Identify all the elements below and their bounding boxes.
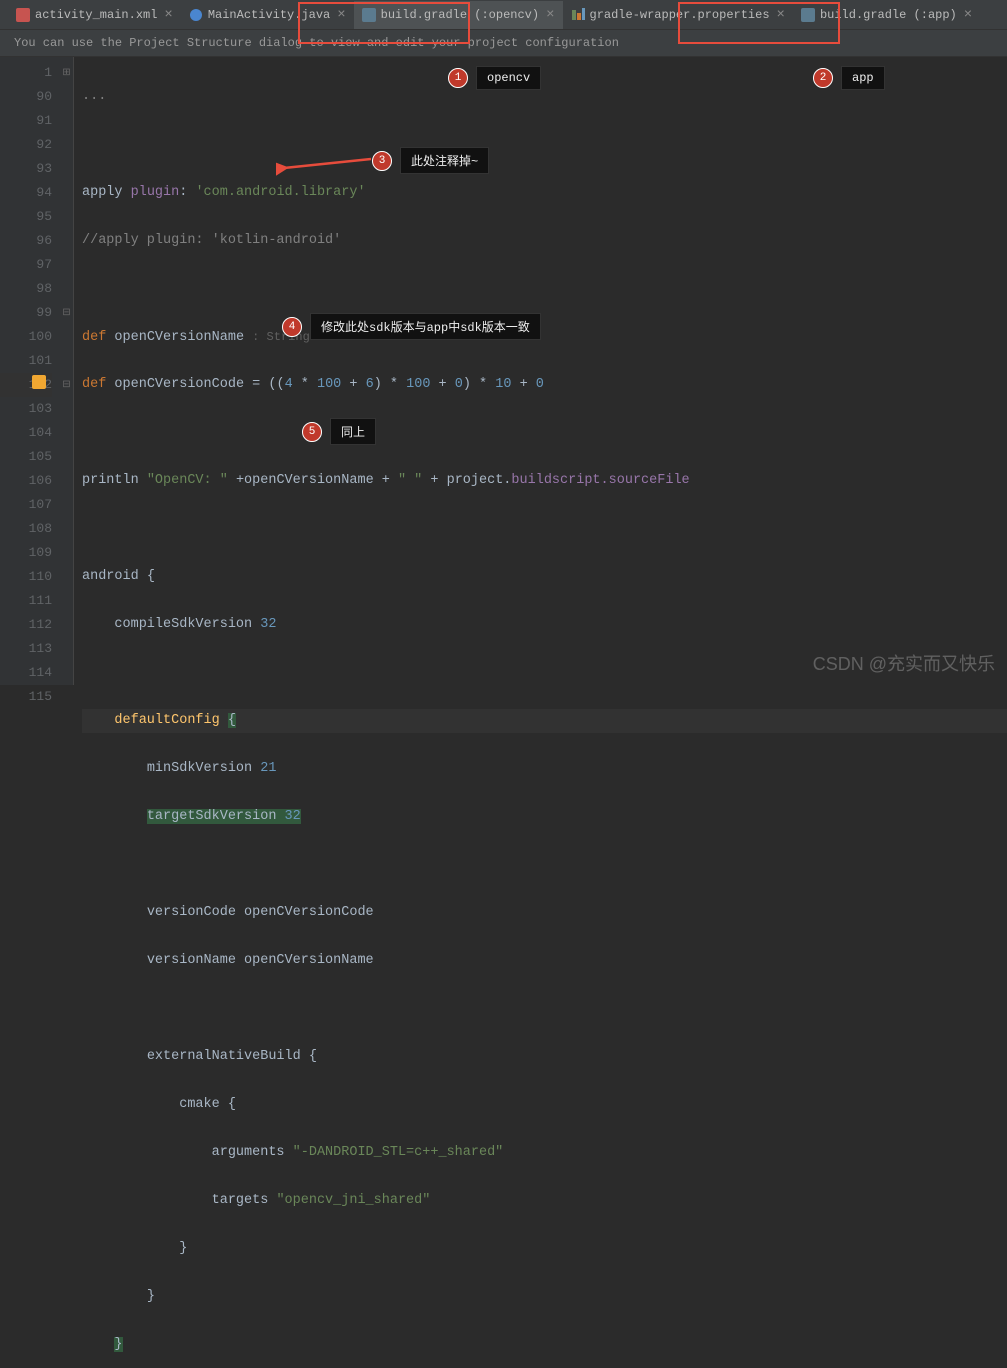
- callout-label: opencv: [476, 66, 541, 90]
- callout-label: 此处注释掉~: [400, 147, 489, 174]
- xml-icon: [16, 8, 30, 22]
- callout-2: 2 app: [813, 66, 885, 90]
- line-gutter: 1909192939495969798991001011021031041051…: [0, 57, 60, 685]
- callout-label: 修改此处sdk版本与app中sdk版本一致: [310, 313, 541, 340]
- callout-number: 2: [813, 68, 833, 88]
- close-icon[interactable]: ×: [964, 7, 972, 23]
- arrow-icon: [276, 136, 376, 176]
- tab-activity-main[interactable]: activity_main.xml ×: [8, 1, 181, 29]
- callout-4: 4 修改此处sdk版本与app中sdk版本一致: [282, 313, 541, 340]
- highlight-box-opencv-tab: [298, 2, 470, 44]
- callout-number: 4: [282, 317, 302, 337]
- editor-area: 1909192939495969798991001011021031041051…: [0, 57, 1007, 685]
- callout-1: 1 opencv: [448, 66, 541, 90]
- prop-icon: [571, 8, 585, 22]
- callout-label: 同上: [330, 418, 376, 445]
- watermark: CSDN @充实而又快乐: [813, 650, 995, 676]
- tab-label: build.gradle (:app): [820, 8, 957, 22]
- project-structure-hint: You can use the Project Structure dialog…: [0, 30, 1007, 57]
- close-icon[interactable]: ×: [164, 7, 172, 23]
- java-icon: [189, 8, 203, 22]
- callout-number: 1: [448, 68, 468, 88]
- highlight-box-app-tab: [678, 2, 840, 44]
- callout-number: 5: [302, 422, 322, 442]
- close-icon[interactable]: ×: [546, 7, 554, 23]
- callout-3: 3 此处注释掉~: [372, 147, 489, 174]
- tab-label: activity_main.xml: [35, 8, 157, 22]
- bulb-icon[interactable]: [32, 375, 46, 389]
- fold-column: ⊞⊟⊟: [60, 57, 74, 685]
- code-area[interactable]: ... apply plugin: 'com.android.library' …: [74, 57, 1007, 685]
- editor-tabs: activity_main.xml × MainActivity.java × …: [0, 0, 1007, 30]
- callout-5: 5 同上: [302, 418, 376, 445]
- callout-label: app: [841, 66, 885, 90]
